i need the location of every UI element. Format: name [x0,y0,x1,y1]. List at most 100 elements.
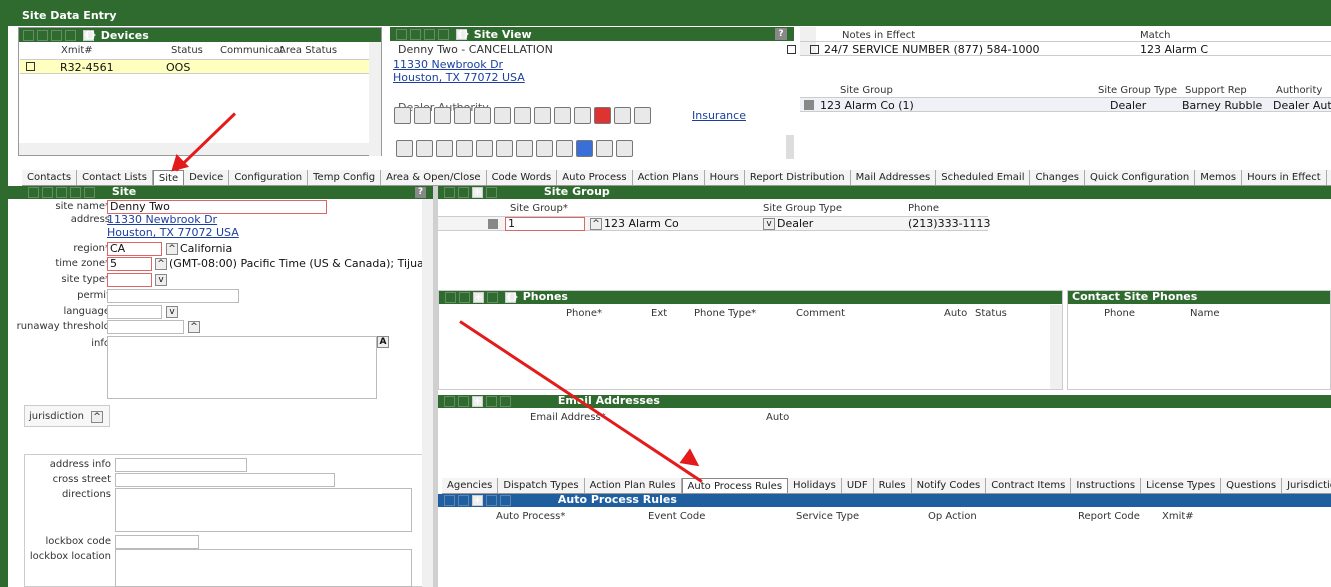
siteview-icon-row-1[interactable] [394,107,654,127]
font-icon[interactable]: A [377,336,389,348]
cp-col-name[interactable]: Name [1190,308,1220,319]
tab-changes[interactable]: Changes [1030,170,1085,185]
sg-lookup-icon[interactable]: ^ [590,218,602,230]
runaway-field[interactable] [107,320,184,334]
devices-expand-icon[interactable]: {} [82,29,97,41]
ph-col-auto[interactable]: Auto [944,308,967,319]
tab-configuration[interactable]: Configuration [229,170,309,185]
add-icon[interactable]: + [473,291,484,303]
region-field[interactable]: CA [107,242,162,256]
em-col-address[interactable]: Email Address* [530,412,606,423]
tab-auto-process[interactable]: Auto Process [557,170,633,185]
ap-col-event[interactable]: Event Code [648,511,705,522]
notes-col-match[interactable]: Match [1140,30,1171,41]
subtab-notify-codes[interactable]: Notify Codes [912,478,987,493]
sg-type-dropdown-icon[interactable]: v [763,218,775,230]
subtab-rules[interactable]: Rules [874,478,912,493]
site-type-dropdown-icon[interactable]: v [155,274,167,286]
tab-code-words[interactable]: Code Words [487,170,558,185]
siteview-scrollbar[interactable] [786,135,794,159]
cross-street-field[interactable] [115,473,335,487]
phones-expand-icon[interactable]: {} [504,291,519,303]
add-icon[interactable]: + [472,395,483,407]
subtab-contract-items[interactable]: Contract Items [986,478,1072,493]
tab-temp-config[interactable]: Temp Config [308,170,382,185]
help-icon[interactable]: ? [415,187,426,198]
info-field[interactable] [107,336,377,399]
help-icon[interactable]: ? [775,28,787,40]
ap-col-service[interactable]: Service Type [796,511,859,522]
site-addr1[interactable]: 11330 Newbrook Dr [107,213,217,226]
subtab-jurisdiction-req[interactable]: Jurisdiction Req [1282,478,1331,493]
subtab-instructions[interactable]: Instructions [1071,478,1142,493]
time-zone-lookup-icon[interactable]: ^ [155,258,167,270]
tab-area-open-close[interactable]: Area & Open/Close [381,170,487,185]
tab-report-distribution[interactable]: Report Distribution [745,170,851,185]
tab-device[interactable]: Device [184,170,230,185]
tab-quick-configuration[interactable]: Quick Configuration [1085,170,1196,185]
notes-row[interactable]: 24/7 SERVICE NUMBER (877) 584-1000 123 A… [800,41,1331,56]
permit-field[interactable] [107,289,239,303]
tab-contacts[interactable]: Contacts [22,170,78,185]
devices-col-xmit[interactable]: Xmit# [61,45,93,56]
site-type-field[interactable] [107,273,152,287]
jurisdiction-lookup-icon[interactable]: ^ [91,411,103,423]
subtab-action-plan-rules[interactable]: Action Plan Rules [585,478,682,493]
tab-hours-in-effect[interactable]: Hours in Effect [1242,170,1327,185]
devices-col-status[interactable]: Status [171,45,203,56]
ph-col-phone[interactable]: Phone* [566,308,602,319]
tab-mail-addresses[interactable]: Mail Addresses [851,170,937,185]
sg-col-phone[interactable]: Phone [908,203,939,214]
sg-col-rep[interactable]: Support Rep [1185,85,1247,96]
siteview-icon-row-2[interactable] [396,140,636,160]
siteview-expand-icon[interactable]: {} [455,28,470,40]
sg-col-group[interactable]: Site Group* [510,203,568,214]
ap-col-xmit[interactable]: Xmit# [1162,511,1194,522]
subtab-udf[interactable]: UDF [842,478,874,493]
region-lookup-icon[interactable]: ^ [166,243,178,255]
sg-top-row[interactable]: 123 Alarm Co (1) Dealer Barney Rubble De… [800,97,1331,112]
ph-col-ext[interactable]: Ext [651,308,667,319]
devices-row[interactable]: R32-4561 OOS [20,59,370,74]
directions-field[interactable] [115,488,412,532]
phones-scrollbar[interactable] [1050,305,1062,389]
sg-num-field[interactable]: 1 [505,217,585,231]
tab-scheduled-email[interactable]: Scheduled Email [936,170,1031,185]
subtab-dispatch-types[interactable]: Dispatch Types [498,478,585,493]
site-name-field[interactable]: Denny Two [107,200,327,214]
ap-col-process[interactable]: Auto Process* [496,511,565,522]
notes-col-notes[interactable]: Notes in Effect [842,30,915,41]
tab-contact-lists[interactable]: Contact Lists [77,170,153,185]
cp-col-phone[interactable]: Phone [1104,308,1135,319]
lockbox-location-field[interactable] [115,549,412,587]
sg-col-authority[interactable]: Authority [1276,85,1322,96]
add-icon[interactable]: + [472,494,483,506]
devices-col-communicat[interactable]: Communicat [220,45,284,56]
site-addr2[interactable]: Houston, TX 77072 USA [107,226,239,239]
subtab-license-types[interactable]: License Types [1141,478,1222,493]
memo-icon[interactable] [787,45,796,54]
tab-hours[interactable]: Hours [705,170,745,185]
sg-col-group[interactable]: Site Group [840,85,893,96]
tab-memos[interactable]: Memos [1195,170,1243,185]
ph-col-comment[interactable]: Comment [796,308,845,319]
sg-col-type[interactable]: Site Group Type [1098,85,1177,96]
ph-col-status[interactable]: Status [975,308,1007,319]
site-scrollbar[interactable] [422,199,433,587]
ap-col-report[interactable]: Report Code [1078,511,1140,522]
subtab-questions[interactable]: Questions [1221,478,1283,493]
subtab-holidays[interactable]: Holidays [788,478,842,493]
subtab-agencies[interactable]: Agencies [442,478,499,493]
address-info-field[interactable] [115,458,247,472]
ph-col-type[interactable]: Phone Type* [694,308,756,319]
tab-action-plans[interactable]: Action Plans [633,170,705,185]
insurance-link[interactable]: Insurance [692,109,746,122]
sg-col-type[interactable]: Site Group Type [763,203,842,214]
add-icon[interactable]: + [472,186,483,198]
devices-scrollbar[interactable] [369,42,381,156]
siteview-addr1[interactable]: 11330 Newbrook Dr [393,58,503,71]
language-dropdown-icon[interactable]: v [166,306,178,318]
lockbox-code-field[interactable] [115,535,199,549]
ap-col-op[interactable]: Op Action [928,511,977,522]
siteview-addr2[interactable]: Houston, TX 77072 USA [393,71,525,84]
